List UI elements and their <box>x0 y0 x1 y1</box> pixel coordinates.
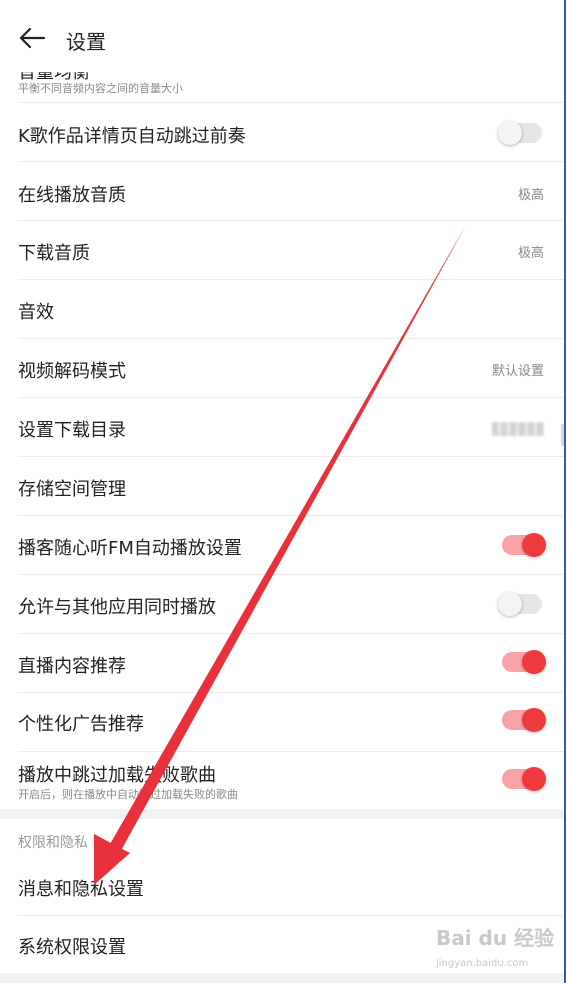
setting-sound-effect[interactable]: 音效 <box>0 280 564 338</box>
setting-storage[interactable]: 存储空间管理 <box>0 457 564 515</box>
toggle-switch[interactable] <box>502 767 546 791</box>
setting-download-quality[interactable]: 下载音质 极高 <box>0 221 564 279</box>
toggle-switch[interactable] <box>502 533 546 557</box>
setting-message-privacy[interactable]: 消息和隐私设置 <box>0 858 564 915</box>
baidu-watermark: Bai du 经验 <box>436 926 555 950</box>
setting-label: 个性化广告推荐 <box>18 714 144 735</box>
setting-label: K歌作品详情页自动跳过前奏 <box>18 126 246 147</box>
setting-value: 极高 <box>517 188 544 203</box>
setting-label: 下载音质 <box>18 243 90 264</box>
scrollbar[interactable] <box>561 424 564 446</box>
setting-download-directory[interactable]: 设置下载目录 <box>0 398 564 456</box>
setting-value: 默认设置 <box>491 364 544 379</box>
toggle-knob <box>522 533 546 557</box>
setting-label: 音效 <box>18 302 54 323</box>
setting-video-decode[interactable]: 视频解码模式 默认设置 <box>0 339 564 397</box>
setting-value: 极高 <box>517 246 544 261</box>
setting-label: 允许与其他应用同时播放 <box>18 597 216 618</box>
setting-label: 播客随心听FM自动播放设置 <box>18 538 242 559</box>
section-gap <box>0 809 564 819</box>
toggle-switch[interactable] <box>502 708 546 732</box>
setting-label: 在线播放音质 <box>18 185 126 206</box>
setting-podcast-fm[interactable]: 播客随心听FM自动播放设置 <box>0 516 564 574</box>
setting-subtitle: 开启后，则在播放中自动跳过加载失败的歌曲 <box>18 788 238 801</box>
toggle-knob <box>498 121 522 145</box>
section-gap <box>0 973 564 983</box>
toggle-knob <box>522 767 546 791</box>
setting-online-quality[interactable]: 在线播放音质 极高 <box>0 162 564 220</box>
setting-label: 播放中跳过加载失败歌曲 <box>18 765 216 786</box>
page-title: 设置 <box>66 30 106 54</box>
setting-skip-failed[interactable]: 播放中跳过加载失败歌曲 开启后，则在播放中自动跳过加载失败的歌曲 <box>0 752 564 809</box>
setting-label: 存储空间管理 <box>18 479 126 500</box>
setting-subtitle: 平衡不同音频内容之间的音量大小 <box>18 82 183 95</box>
setting-allow-other-apps[interactable]: 允许与其他应用同时播放 <box>0 575 564 633</box>
setting-ad-recommend[interactable]: 个性化广告推荐 <box>0 693 564 751</box>
toggle-knob <box>522 708 546 732</box>
blurred-path-value <box>492 422 544 436</box>
watermark-url: jingyan.baidu.com <box>436 958 529 969</box>
back-arrow-icon[interactable] <box>18 27 46 49</box>
toggle-switch[interactable] <box>498 121 542 145</box>
toggle-knob <box>522 650 546 674</box>
setting-label: 系统权限设置 <box>18 937 126 958</box>
toggle-knob <box>498 592 522 616</box>
setting-label: 直播内容推荐 <box>18 656 126 677</box>
section-title: 权限和隐私 <box>18 835 88 851</box>
setting-label: 视频解码模式 <box>18 361 126 382</box>
setting-label: 设置下载目录 <box>18 420 126 441</box>
setting-live-recommend[interactable]: 直播内容推荐 <box>0 634 564 692</box>
toggle-switch[interactable] <box>498 592 542 616</box>
setting-volume-balance[interactable]: 音量均衡 平衡不同音频内容之间的音量大小 <box>0 52 564 102</box>
setting-label: 消息和隐私设置 <box>18 879 144 900</box>
toggle-switch[interactable] <box>502 650 546 674</box>
setting-k-song-skip-intro[interactable]: K歌作品详情页自动跳过前奏 <box>0 103 564 161</box>
